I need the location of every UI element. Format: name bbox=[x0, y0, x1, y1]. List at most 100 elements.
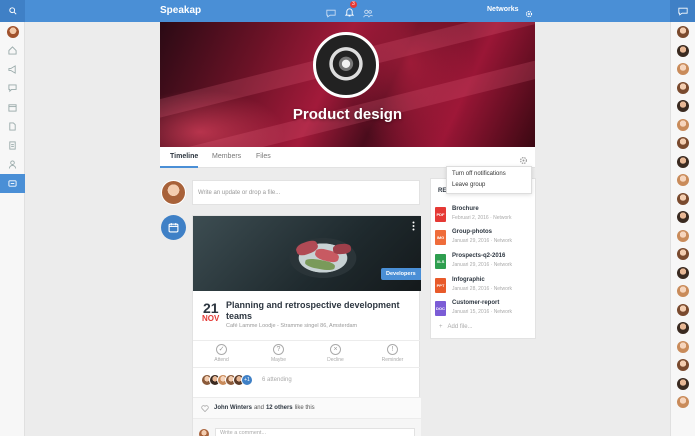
avatar[interactable] bbox=[677, 248, 689, 260]
like-others[interactable]: 12 others bbox=[266, 405, 293, 411]
search-icon bbox=[8, 7, 17, 15]
attend-button[interactable]: ✓ Attend bbox=[193, 341, 250, 367]
avatar[interactable] bbox=[677, 174, 689, 186]
heart-icon[interactable] bbox=[201, 404, 209, 412]
bell-icon bbox=[344, 8, 355, 17]
file-item[interactable]: PPT Infographic Januari 28, 2016 · Netwo… bbox=[435, 276, 535, 296]
nav-messages[interactable] bbox=[0, 79, 25, 98]
left-navigation bbox=[0, 22, 25, 436]
group-settings-menu: Turn off notifications Leave group bbox=[446, 166, 532, 194]
avatar[interactable] bbox=[677, 26, 689, 38]
group-cover-image: Product design bbox=[160, 22, 535, 147]
calendar-icon bbox=[8, 104, 17, 112]
avatar[interactable] bbox=[677, 229, 689, 242]
avatar[interactable] bbox=[677, 359, 689, 371]
file-meta: Januari 29, 2016 · Network bbox=[452, 238, 513, 244]
search-button[interactable] bbox=[0, 0, 25, 22]
nav-documents[interactable] bbox=[0, 117, 25, 136]
gear-icon bbox=[525, 10, 533, 18]
avatar[interactable] bbox=[677, 81, 689, 94]
event-date-month: NOV bbox=[202, 314, 220, 323]
decline-button[interactable]: × Decline bbox=[307, 341, 364, 367]
reminder-button[interactable]: ! Reminder bbox=[364, 341, 421, 367]
file-name: Brochure bbox=[452, 206, 479, 212]
nav-home[interactable] bbox=[0, 41, 25, 60]
chat-icon[interactable] bbox=[326, 9, 336, 18]
file-name: Infographic bbox=[452, 277, 485, 283]
list-icon bbox=[9, 141, 16, 150]
avatar[interactable] bbox=[677, 192, 689, 205]
avatar[interactable] bbox=[677, 155, 689, 168]
file-name: Customer-report bbox=[452, 300, 500, 306]
avatar[interactable] bbox=[677, 285, 689, 297]
notification-badge: 3 bbox=[350, 1, 357, 8]
nav-calendar[interactable] bbox=[0, 98, 25, 117]
nav-directory[interactable] bbox=[0, 136, 25, 155]
avatar[interactable] bbox=[677, 377, 689, 390]
spreadsheet-file-icon: XLS bbox=[435, 254, 446, 269]
avatar[interactable] bbox=[677, 63, 689, 75]
avatar[interactable] bbox=[677, 211, 689, 223]
file-item[interactable]: IMG Group-photos Januari 29, 2016 · Netw… bbox=[435, 228, 535, 248]
avatar[interactable] bbox=[677, 100, 689, 112]
likes-connector: and bbox=[253, 405, 264, 411]
group-tabs: Timeline Members Files bbox=[160, 147, 535, 168]
avatar[interactable] bbox=[677, 118, 689, 131]
avatar[interactable] bbox=[677, 137, 689, 149]
tab-files[interactable]: Files bbox=[256, 153, 271, 160]
likes-suffix: like this bbox=[294, 405, 315, 411]
settings-button[interactable] bbox=[525, 5, 533, 23]
file-item[interactable]: XLS Prospects-q2-2016 Januari 29, 2016 ·… bbox=[435, 252, 535, 272]
menu-item-turn-off-notifications[interactable]: Turn off notifications bbox=[447, 167, 531, 178]
groups-icon bbox=[8, 180, 17, 187]
presentation-file-icon: PPT bbox=[435, 278, 446, 293]
avatar[interactable] bbox=[677, 266, 689, 279]
add-file-button[interactable]: + Add file... bbox=[439, 324, 473, 330]
likes-row: John Winters and 12 others like this bbox=[193, 397, 421, 418]
networks-menu[interactable]: Networks bbox=[487, 6, 519, 13]
more-options-icon[interactable] bbox=[412, 221, 415, 231]
event-cover-image: Developers bbox=[193, 216, 421, 291]
close-icon: × bbox=[330, 344, 341, 355]
rsvp-label: Decline bbox=[327, 357, 344, 363]
group-avatar bbox=[313, 32, 379, 98]
document-file-icon: DOC bbox=[435, 301, 446, 316]
gear-icon bbox=[520, 157, 527, 164]
image-file-icon: IMG bbox=[435, 230, 446, 245]
nav-announcements[interactable] bbox=[0, 60, 25, 79]
home-icon bbox=[8, 46, 17, 55]
nav-profile[interactable] bbox=[0, 22, 25, 41]
people-icon[interactable] bbox=[363, 9, 373, 18]
document-icon bbox=[9, 122, 16, 131]
event-title[interactable]: Planning and retrospective development t… bbox=[226, 300, 411, 322]
avatar[interactable] bbox=[677, 396, 689, 408]
tab-members[interactable]: Members bbox=[212, 153, 241, 160]
like-user-name[interactable]: John Winters bbox=[214, 405, 252, 411]
tab-timeline[interactable]: Timeline bbox=[170, 153, 198, 160]
update-composer-input[interactable]: Write an update or drop a file... bbox=[192, 180, 420, 205]
more-attendees-badge: +1 bbox=[241, 374, 253, 386]
avatar[interactable] bbox=[677, 44, 689, 57]
avatar[interactable] bbox=[677, 322, 689, 334]
avatar[interactable] bbox=[677, 340, 689, 353]
nav-groups[interactable] bbox=[0, 174, 25, 193]
maybe-button[interactable]: ? Maybe bbox=[250, 341, 307, 367]
event-card: Developers 21 NOV Planning and retrospec… bbox=[192, 215, 421, 436]
file-item[interactable]: DOC Customer-report Januari 15, 2016 · N… bbox=[435, 299, 535, 319]
file-meta: Januari 28, 2016 · Network bbox=[452, 286, 513, 292]
comment-input[interactable]: Write a comment... bbox=[215, 428, 415, 436]
brand-logo[interactable]: Speakap bbox=[160, 5, 201, 16]
avatar[interactable] bbox=[677, 303, 689, 316]
plus-icon: + bbox=[439, 324, 443, 330]
notifications-button[interactable]: 3 bbox=[344, 1, 357, 22]
file-meta: Januari 15, 2016 · Network bbox=[452, 309, 513, 315]
attendee-list[interactable]: +1 6 attending bbox=[201, 374, 292, 386]
image-detail bbox=[332, 243, 352, 255]
group-tag[interactable]: Developers bbox=[381, 268, 421, 280]
chat-panel-button[interactable] bbox=[670, 0, 695, 22]
chat-icon bbox=[8, 84, 17, 93]
nav-people[interactable] bbox=[0, 155, 25, 174]
file-item[interactable]: PDF Brochure Februari 2, 2016 · Network bbox=[435, 205, 535, 225]
attending-count: 6 attending bbox=[262, 377, 292, 383]
menu-item-leave-group[interactable]: Leave group bbox=[447, 178, 531, 189]
